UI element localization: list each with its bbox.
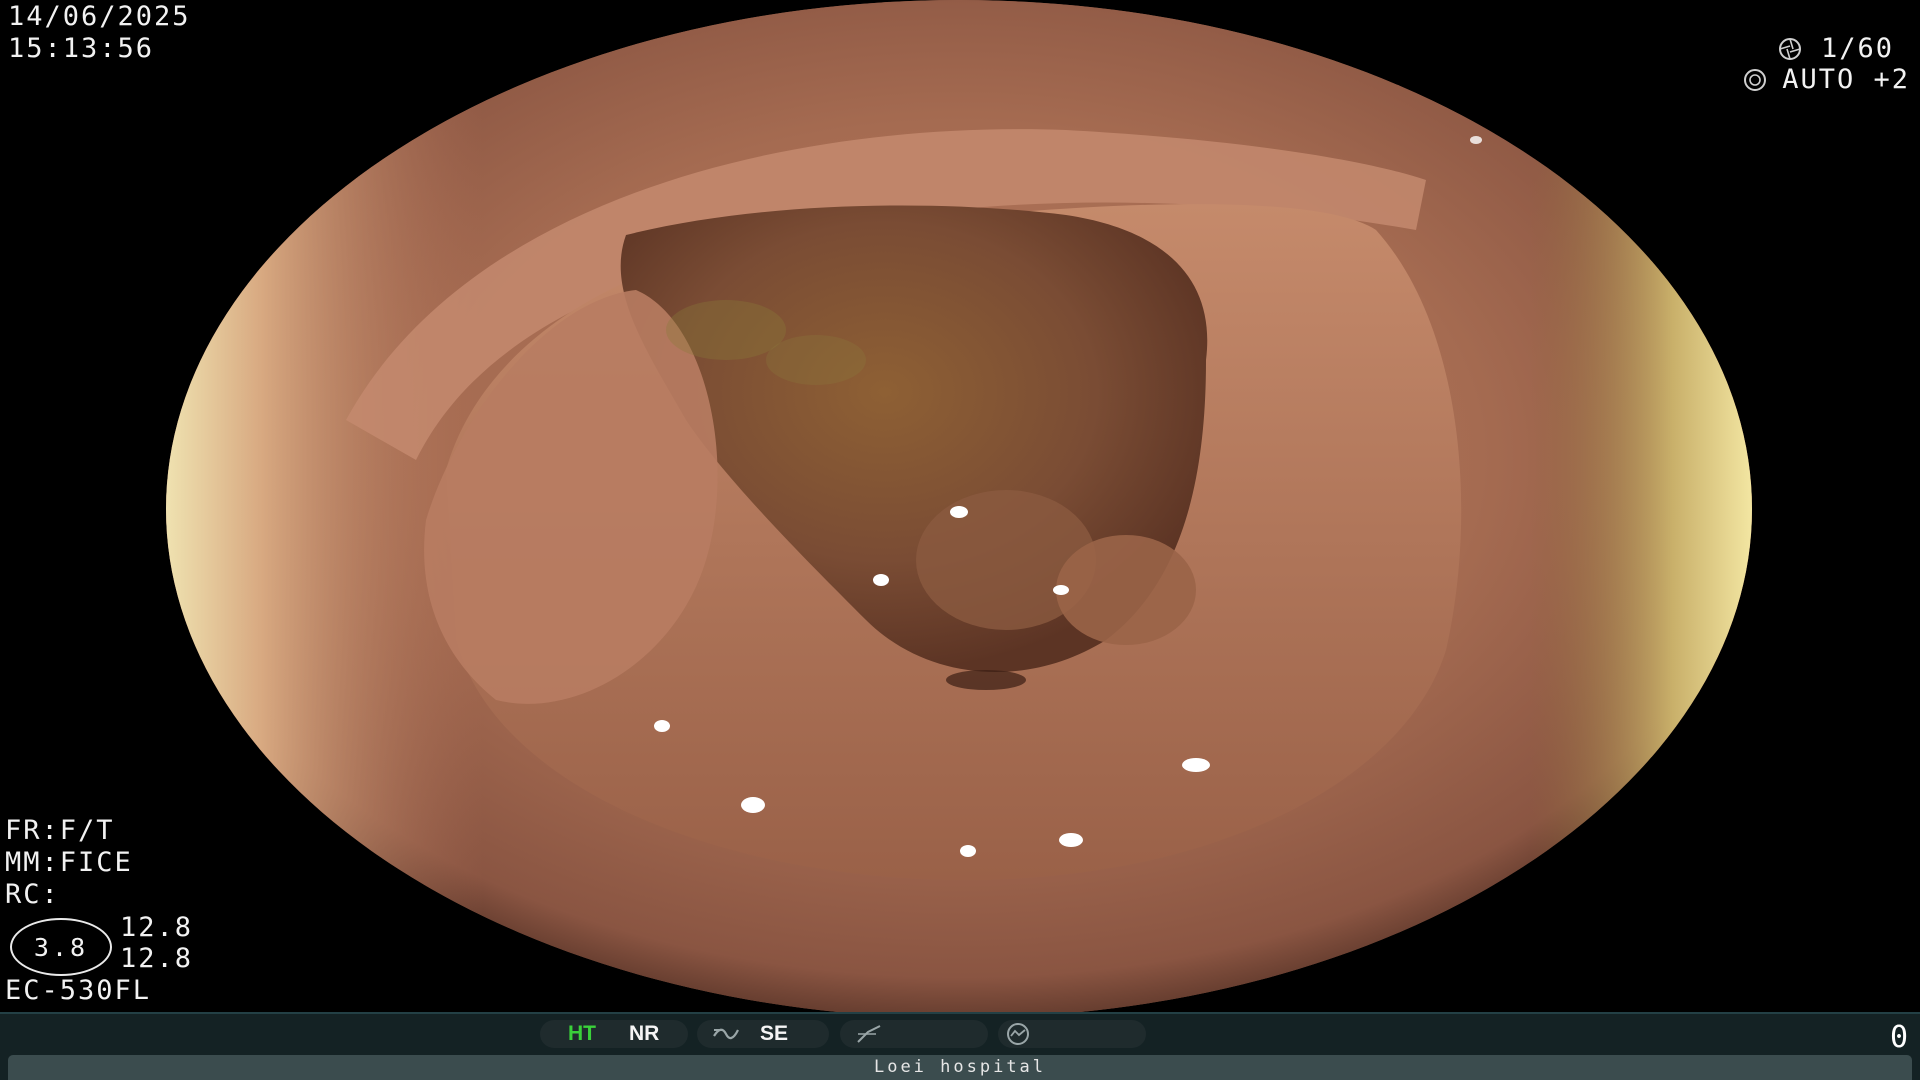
scope-model: EC-530FL [5, 975, 152, 1006]
aperture-icon [1777, 36, 1803, 62]
frame-count: 0 [1889, 1020, 1908, 1055]
endoscope-viewport [166, 0, 1752, 1018]
exposure-row: AUTO +2 [1742, 64, 1910, 96]
mode-ht: HT [568, 1022, 596, 1045]
mode-pill-gauge [998, 1020, 1146, 1048]
mode-pill-se: SE [697, 1020, 829, 1048]
value-bottom: 12.8 [120, 943, 194, 974]
signal-curve-icon [711, 1022, 741, 1046]
slope-icon [854, 1022, 884, 1046]
mode-pill-slope [840, 1020, 988, 1048]
shutter-speed-value: 1/60 [1820, 33, 1894, 64]
mode-nr: NR [629, 1022, 660, 1045]
exposure-value: AUTO +2 [1782, 64, 1910, 95]
rc-setting: RC: [5, 879, 60, 910]
iris-icon [1742, 67, 1768, 93]
mode-pill-ht-nr: HT NR [540, 1020, 688, 1048]
hospital-name: Loei hospital [873, 1057, 1047, 1077]
ratio-value: 3.8 [33, 932, 89, 962]
mode-se: SE [760, 1022, 789, 1045]
endoscopic-image [166, 0, 1752, 1018]
shutter-speed-row: 1/60 [1777, 33, 1894, 65]
fr-setting: FR:F/T [5, 815, 115, 846]
mm-setting: MM:FICE [5, 847, 133, 878]
value-top: 12.8 [120, 912, 194, 943]
hospital-strip: Loei hospital [8, 1055, 1912, 1080]
time-display: 15:13:56 [8, 33, 155, 64]
gauge-icon [1003, 1022, 1033, 1046]
ratio-badge: 3.8 [10, 918, 112, 976]
date-display: 14/06/2025 [8, 1, 191, 32]
